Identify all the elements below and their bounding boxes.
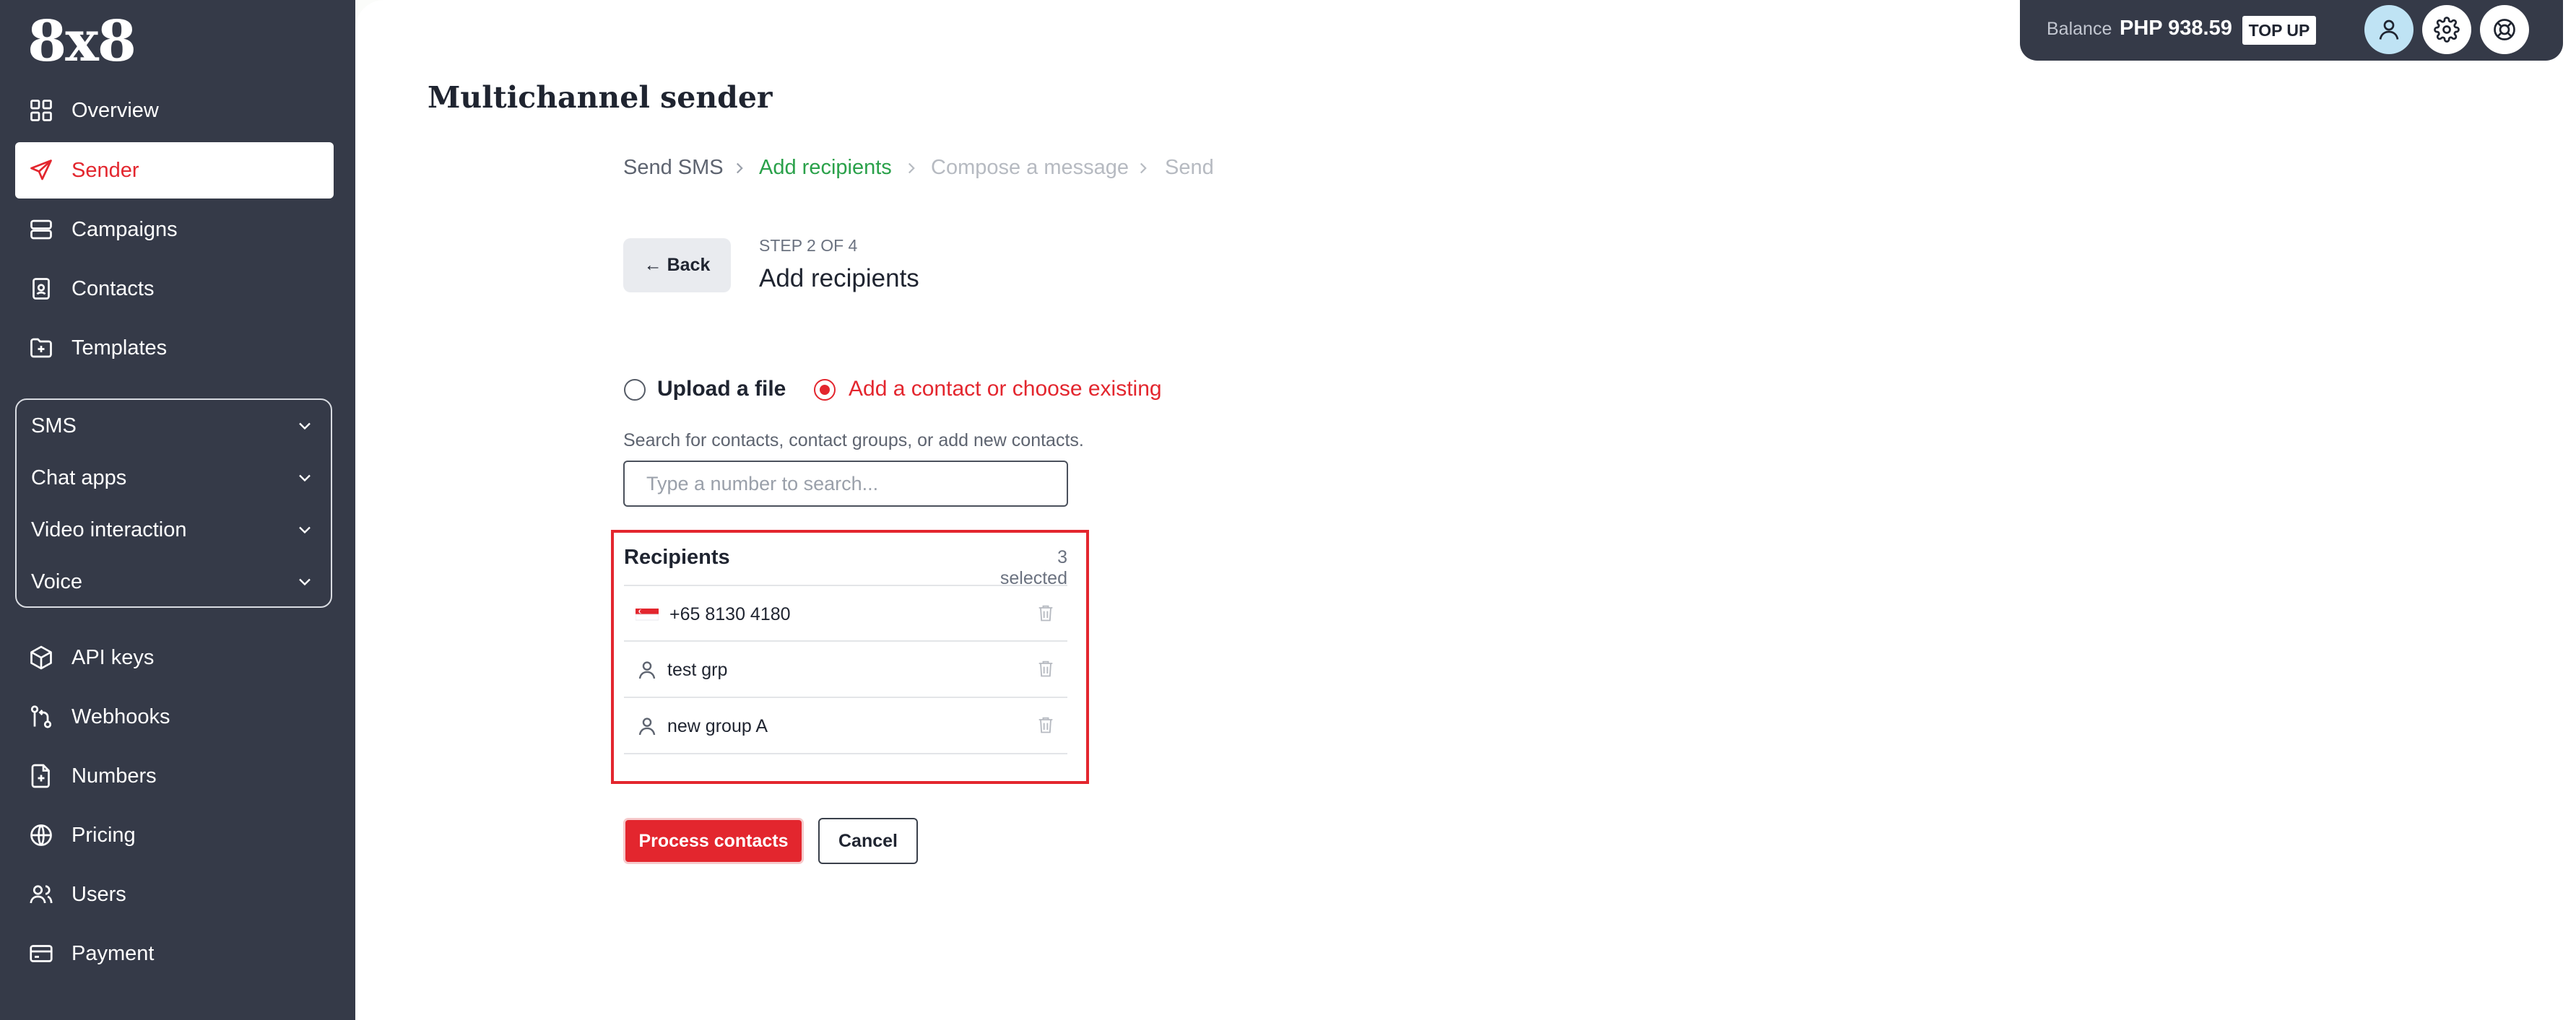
sidebar-group-label: Chat apps: [31, 466, 127, 489]
recipient-row: test grp: [624, 641, 1067, 696]
arrow-left-icon: ←: [643, 255, 662, 275]
contacts-icon: [32, 278, 50, 300]
sidebar-group-label: Voice: [31, 570, 82, 593]
chevron-down-icon: [299, 422, 311, 430]
sidebar-item-overview[interactable]: Overview: [15, 82, 334, 139]
chevron-down-icon: [299, 474, 311, 482]
sidebar-item-label: Pricing: [71, 823, 136, 847]
person-icon: [638, 718, 656, 736]
webhook-icon: [30, 705, 52, 728]
sidebar-item-label: Campaigns: [71, 217, 178, 241]
sidebar-item-payment[interactable]: Payment: [15, 925, 334, 982]
chevron-right-icon: [908, 162, 915, 174]
balance-value: PHP 938.59: [2120, 17, 2232, 40]
breadcrumb-send-sms[interactable]: Send SMS: [623, 156, 724, 180]
divider: [624, 753, 1067, 754]
recipient-label: new group A: [667, 716, 768, 736]
credit-card-icon: [30, 945, 53, 962]
grid-icon: [30, 100, 52, 121]
add-contact-radio[interactable]: [814, 379, 836, 401]
recipient-label: +65 8130 4180: [669, 604, 791, 624]
step-counter: STEP 2 OF 4: [759, 236, 858, 255]
sidebar: 8x8 Overview Sender Campaigns Contacts T…: [0, 0, 355, 1020]
sidebar-item-label: Numbers: [71, 764, 157, 788]
sidebar-item-label: Payment: [71, 941, 155, 965]
profile-button[interactable]: [2364, 5, 2414, 54]
chevron-down-icon: [299, 578, 311, 586]
top-up-button[interactable]: TOP UP: [2242, 16, 2316, 45]
sidebar-item-sender[interactable]: Sender: [15, 142, 334, 199]
help-button[interactable]: [2480, 5, 2529, 54]
sidebar-item-label: Sender: [71, 158, 139, 182]
user-icon: [2379, 19, 2399, 40]
numbers-icon: [31, 764, 50, 788]
users-icon: [30, 885, 53, 904]
add-contact-label[interactable]: Add a contact or choose existing: [849, 377, 1162, 401]
brand-logo[interactable]: 8x8: [27, 9, 136, 74]
sidebar-item-label: Webhooks: [71, 705, 170, 728]
main-panel: [355, 0, 2576, 1020]
person-icon: [638, 661, 656, 679]
chevron-down-icon: [299, 526, 311, 534]
sidebar-group-label: Video interaction: [31, 518, 187, 541]
back-button-label: Back: [667, 255, 711, 275]
sidebar-item-templates[interactable]: Templates: [15, 320, 334, 376]
upload-file-radio[interactable]: [624, 379, 646, 401]
channel-groups: SMS Chat apps Video interaction Voice: [15, 398, 332, 608]
sidebar-group-label: SMS: [31, 414, 77, 437]
recipients-count: 3 selected: [999, 547, 1067, 588]
globe-icon: [30, 824, 52, 846]
recipient-label: test grp: [667, 660, 728, 680]
sidebar-item-contacts[interactable]: Contacts: [15, 261, 334, 317]
sidebar-item-label: Templates: [71, 336, 168, 359]
trash-icon[interactable]: [1036, 603, 1056, 623]
sidebar-item-users[interactable]: Users: [15, 866, 334, 923]
breadcrumb-add-recipients: Add recipients: [759, 156, 892, 179]
settings-button[interactable]: [2422, 5, 2471, 54]
sidebar-group-voice[interactable]: Voice: [17, 556, 331, 608]
campaigns-icon: [30, 219, 52, 240]
sidebar-item-webhooks[interactable]: Webhooks: [15, 689, 334, 745]
sidebar-group-chat-apps[interactable]: Chat apps: [17, 452, 331, 504]
send-icon: [30, 160, 52, 180]
contact-search-input[interactable]: [623, 461, 1068, 507]
sidebar-item-numbers[interactable]: Numbers: [15, 748, 334, 804]
sidebar-item-api-keys[interactable]: API keys: [15, 629, 334, 686]
sidebar-item-campaigns[interactable]: Campaigns: [15, 201, 334, 258]
gear-icon: [2434, 17, 2460, 43]
sidebar-item-label: Users: [71, 882, 126, 906]
breadcrumb-compose-message: Compose a message: [931, 156, 1129, 179]
page-title: Multichannel sender: [428, 80, 773, 115]
search-hint: Search for contacts, contact groups, or …: [623, 430, 1084, 450]
breadcrumb-send: Send: [1165, 156, 1214, 179]
sidebar-group-sms[interactable]: SMS: [17, 400, 331, 452]
sidebar-item-label: Contacts: [71, 276, 155, 300]
step-title: Add recipients: [759, 264, 919, 292]
trash-icon[interactable]: [1036, 715, 1056, 735]
recipients-title: Recipients: [624, 546, 730, 569]
singapore-flag-icon: [636, 609, 659, 621]
trash-icon[interactable]: [1036, 658, 1056, 679]
sidebar-group-video-interaction[interactable]: Video interaction: [17, 504, 331, 556]
lifebuoy-icon: [2494, 19, 2515, 40]
back-button[interactable]: ← Back: [623, 238, 731, 292]
recipient-row: new group A: [624, 697, 1067, 752]
sidebar-item-label: API keys: [71, 645, 155, 669]
sidebar-item-pricing[interactable]: Pricing: [15, 807, 334, 863]
cube-icon: [30, 645, 52, 670]
chevron-right-icon: [1140, 162, 1147, 174]
templates-icon: [30, 338, 52, 358]
balance-label: Balance: [2047, 19, 2112, 39]
upload-file-label[interactable]: Upload a file: [657, 377, 786, 401]
sidebar-item-label: Overview: [71, 98, 159, 122]
chevron-right-icon: [736, 162, 743, 174]
cancel-button[interactable]: Cancel: [818, 818, 918, 864]
recipient-row: +65 8130 4180: [624, 585, 1067, 640]
process-contacts-button[interactable]: Process contacts: [625, 820, 802, 862]
